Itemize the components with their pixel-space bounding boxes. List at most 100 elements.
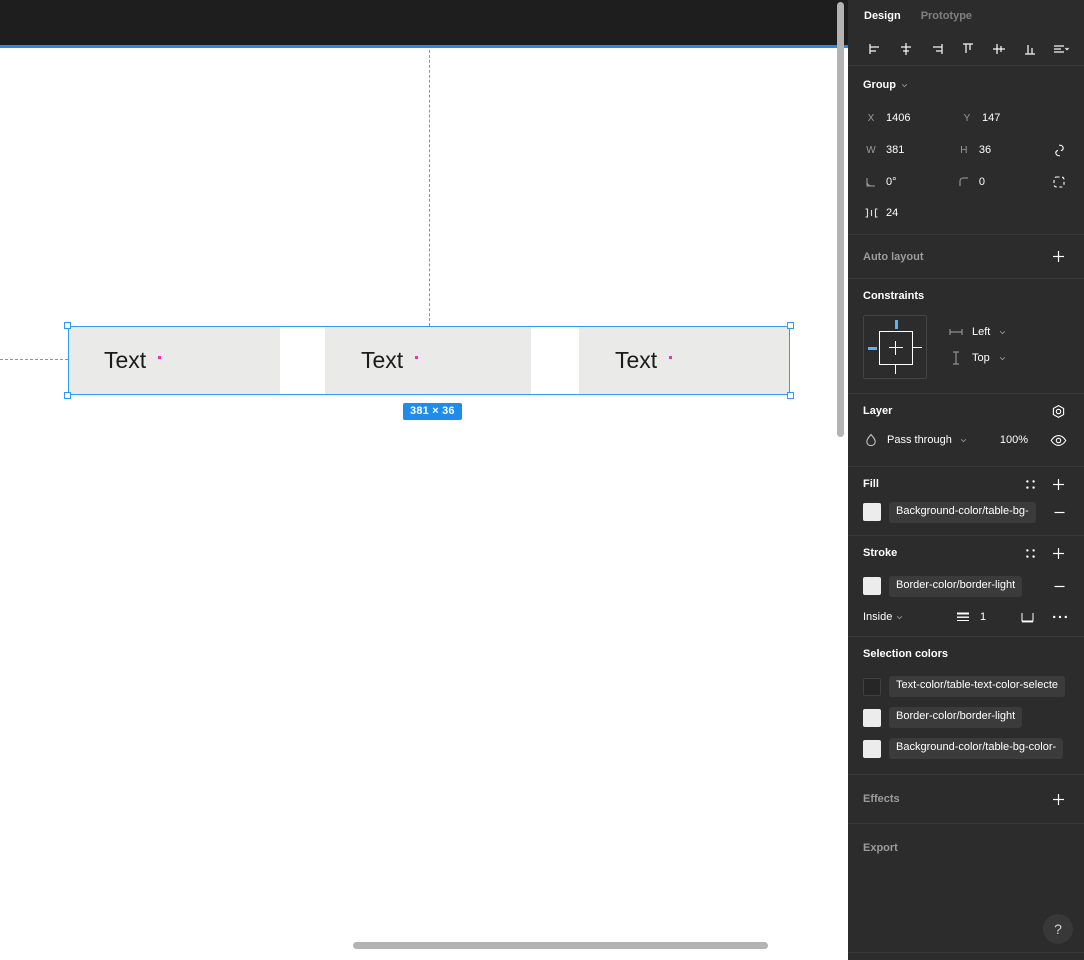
cell-text-label: Text <box>361 347 404 373</box>
selection-color-row: Background-color/table-bg-color- <box>848 733 1084 764</box>
width-value: 381 <box>886 144 905 156</box>
y-value: 147 <box>982 112 1001 124</box>
height-field[interactable]: H 36 <box>956 138 1049 162</box>
visibility-eye-icon[interactable] <box>1046 428 1070 452</box>
fill-header: Fill <box>863 467 1070 501</box>
stroke-style-name[interactable]: Border-color/border-light <box>889 575 1023 597</box>
selection-colors-list: Text-color/table-text-color-selecte Bord… <box>848 671 1084 774</box>
lock-aspect-ratio-icon[interactable] <box>1049 139 1070 161</box>
constraints-body: Left Top <box>848 313 1084 393</box>
chevron-down-icon[interactable] <box>901 82 908 89</box>
align-left-icon[interactable] <box>862 36 887 61</box>
resize-handle-top-right[interactable] <box>787 322 794 329</box>
design-panel: Design Prototype Group X 1406 Y 147 W 38… <box>848 0 1084 960</box>
add-effect-button[interactable] <box>1046 787 1070 811</box>
object-type-row[interactable]: Group <box>848 70 1084 100</box>
help-button[interactable]: ? <box>1043 914 1073 944</box>
selection-color-style-name[interactable]: Border-color/border-light <box>889 707 1023 728</box>
align-top-icon[interactable] <box>955 36 980 61</box>
remove-fill-button[interactable] <box>1048 501 1070 523</box>
cell-text-label: Text <box>104 347 147 373</box>
add-fill-button[interactable] <box>1046 472 1070 496</box>
selection-color-swatch[interactable] <box>863 708 881 727</box>
cell-text-label: Text <box>615 347 658 373</box>
selected-group[interactable]: Text Text Text <box>64 322 794 399</box>
y-field[interactable]: Y 147 <box>959 106 1055 130</box>
constraint-widget[interactable] <box>863 315 927 379</box>
resize-handle-top-left[interactable] <box>64 322 71 329</box>
add-auto-layout-button[interactable] <box>1046 245 1070 269</box>
chevron-down-icon[interactable] <box>896 614 903 621</box>
x-field[interactable]: X 1406 <box>863 106 959 130</box>
stroke-weight-icon <box>955 609 971 625</box>
align-bottom-icon[interactable] <box>1018 36 1043 61</box>
table-cell[interactable]: Text <box>68 326 280 395</box>
rotation-value: 0° <box>886 176 897 188</box>
align-vertical-center-icon[interactable] <box>987 36 1012 61</box>
export-title: Export <box>863 842 898 854</box>
chevron-down-icon[interactable] <box>999 355 1006 362</box>
alignment-toolbar <box>848 32 1084 65</box>
independent-corners-icon[interactable] <box>1049 171 1070 193</box>
layer-opacity-value[interactable]: 100% <box>1000 434 1028 446</box>
layer-blend-row: Pass through 100% <box>848 428 1084 466</box>
fill-style-name[interactable]: Background-color/table-bg- <box>889 501 1036 523</box>
align-horizontal-center-icon[interactable] <box>893 36 918 61</box>
object-type-label: Group <box>863 79 896 91</box>
constraint-bar-right[interactable] <box>913 347 922 348</box>
blend-mode-icon <box>863 432 879 448</box>
rotation-field[interactable]: 0° <box>863 170 956 194</box>
selection-color-style-name[interactable]: Text-color/table-text-color-selecte <box>889 676 1066 697</box>
chevron-down-icon[interactable] <box>999 329 1006 336</box>
constraints-section: Constraints <box>848 279 1084 313</box>
table-cell[interactable]: Text <box>579 326 790 395</box>
constraint-center-vertical <box>895 341 896 355</box>
effects-header: Effects <box>863 775 1070 823</box>
stroke-styles-icon[interactable] <box>1018 541 1042 565</box>
selection-colors-section: Selection colors <box>848 637 1084 671</box>
canvas-top-toolbar <box>0 0 848 47</box>
item-spacing-field[interactable]: 24 <box>863 201 959 225</box>
fill-color-swatch[interactable] <box>863 503 881 521</box>
canvas-frame-highlight-line <box>0 45 848 48</box>
stroke-advanced-options-button[interactable] <box>1048 606 1072 628</box>
resize-handle-bottom-right[interactable] <box>787 392 794 399</box>
design-canvas[interactable]: Text Text Text 381 × 36 <box>0 0 848 960</box>
table-cell[interactable]: Text <box>325 326 531 395</box>
fill-paint-row: Background-color/table-bg- <box>848 501 1084 535</box>
add-stroke-button[interactable] <box>1046 541 1070 565</box>
auto-layout-header: Auto layout <box>863 235 1070 278</box>
selection-color-swatch[interactable] <box>863 677 881 696</box>
tab-prototype[interactable]: Prototype <box>921 10 972 22</box>
canvas-horizontal-scrollbar[interactable] <box>353 942 768 949</box>
tab-design[interactable]: Design <box>864 10 901 22</box>
stroke-color-swatch[interactable] <box>863 577 881 595</box>
distribute-menu-icon[interactable] <box>1049 36 1074 61</box>
stroke-weight-field[interactable]: 1 <box>955 609 1019 625</box>
vertical-constraint-dropdown[interactable]: Top <box>949 351 1006 365</box>
w-label-icon: W <box>866 144 876 156</box>
stroke-sides-icon[interactable] <box>1019 609 1035 625</box>
align-right-icon[interactable] <box>924 36 949 61</box>
remove-stroke-button[interactable] <box>1048 575 1070 597</box>
corner-radius-field[interactable]: 0 <box>956 170 1049 194</box>
constraint-bar-bottom[interactable] <box>895 365 896 374</box>
selection-color-swatch[interactable] <box>863 739 881 758</box>
effects-title: Effects <box>863 793 900 805</box>
stroke-align-dropdown[interactable]: Inside <box>863 611 955 623</box>
horizontal-constraint-dropdown[interactable]: Left <box>949 325 1006 339</box>
fill-styles-icon[interactable] <box>1018 472 1042 496</box>
constraint-dropdowns: Left Top <box>949 315 1006 365</box>
selection-color-style-name[interactable]: Background-color/table-bg-color- <box>889 738 1064 759</box>
text-style-indicator-dot <box>158 356 162 359</box>
chevron-down-icon[interactable] <box>960 437 967 444</box>
x-label-icon: X <box>867 112 875 124</box>
layer-settings-icon[interactable] <box>1046 399 1070 423</box>
canvas-vertical-scrollbar[interactable] <box>837 2 844 437</box>
constraint-bar-top[interactable] <box>895 320 898 329</box>
constraint-bar-left[interactable] <box>868 347 877 350</box>
width-field[interactable]: W 381 <box>863 138 956 162</box>
resize-handle-bottom-left[interactable] <box>64 392 71 399</box>
h-label-icon: H <box>960 144 968 156</box>
blend-mode-value[interactable]: Pass through <box>887 434 952 446</box>
